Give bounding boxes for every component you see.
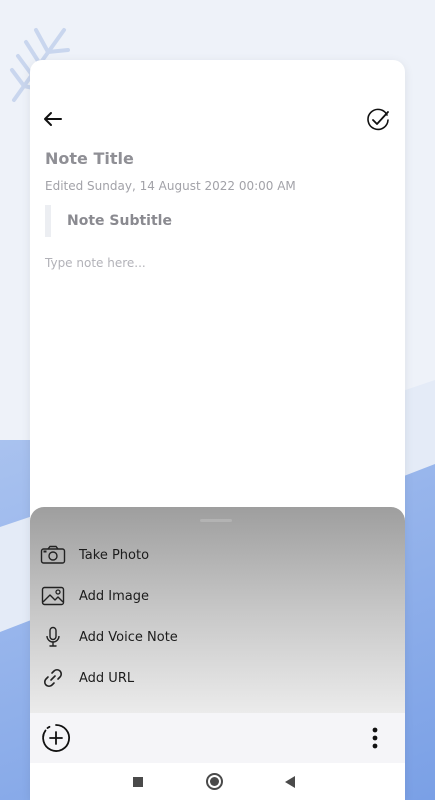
note-editor-card: Note Title Edited Sunday, 14 August 2022… <box>30 60 405 800</box>
square-icon[interactable] <box>133 777 143 787</box>
arrow-left-icon <box>44 112 62 126</box>
more-vertical-icon <box>372 727 378 749</box>
take-photo-label: Take Photo <box>79 547 150 563</box>
home-dot <box>210 777 219 786</box>
note-subtitle-block[interactable]: Note Subtitle <box>45 205 172 237</box>
check-circle-icon <box>367 108 389 131</box>
triangle-back-icon[interactable] <box>285 776 295 788</box>
add-url-label: Add URL <box>79 670 135 686</box>
add-circle-dashed-icon <box>42 724 71 752</box>
home-circle-icon[interactable] <box>206 773 223 790</box>
add-image-label: Add Image <box>79 588 150 604</box>
bottom-toolbar <box>30 713 405 763</box>
note-subtitle-input[interactable]: Note Subtitle <box>67 213 172 229</box>
back-button[interactable] <box>40 106 66 132</box>
more-options-button[interactable] <box>364 724 386 752</box>
take-photo-item[interactable]: Take Photo <box>30 537 405 573</box>
link-icon <box>39 666 67 690</box>
note-body-input[interactable]: Type note here... <box>45 256 146 270</box>
system-navigation-bar <box>30 763 405 800</box>
add-voice-note-item[interactable]: Add Voice Note <box>30 619 405 655</box>
edited-timestamp: Edited Sunday, 14 August 2022 00:00 AM <box>45 179 296 193</box>
add-image-item[interactable]: Add Image <box>30 578 405 614</box>
microphone-icon <box>39 625 67 649</box>
save-done-button[interactable] <box>364 106 392 134</box>
image-icon <box>39 584 67 608</box>
add-url-item[interactable]: Add URL <box>30 660 405 696</box>
sheet-drag-handle[interactable] <box>200 519 232 522</box>
add-attachment-button[interactable] <box>40 722 72 754</box>
attachment-bottom-sheet: Take Photo Add Image Add Voice Note Add … <box>30 507 405 713</box>
camera-icon <box>39 543 67 567</box>
add-voice-note-label: Add Voice Note <box>79 629 178 645</box>
note-title-input[interactable]: Note Title <box>45 149 134 168</box>
